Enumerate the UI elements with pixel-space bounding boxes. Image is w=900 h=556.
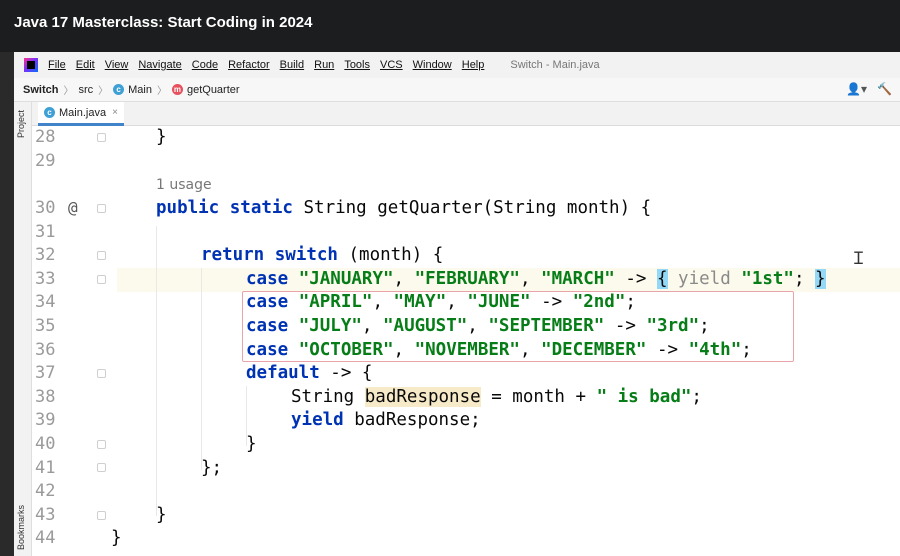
menu-navigate[interactable]: Navigate <box>138 59 181 71</box>
line-number: 30 <box>35 198 56 218</box>
editor-tab-bar: c Main.java × <box>32 102 900 126</box>
code-line-33: case "JANUARY", "FEBRUARY", "MARCH" -> {… <box>246 268 826 289</box>
menu-help[interactable]: Help <box>462 59 485 71</box>
tab-main-java[interactable]: c Main.java × <box>38 102 124 126</box>
menu-tools[interactable]: Tools <box>344 59 370 71</box>
usage-hint[interactable]: 1 usage <box>156 177 212 193</box>
menu-vcs[interactable]: VCS <box>380 59 403 71</box>
code-line-44: } <box>111 528 122 549</box>
menu-edit[interactable]: Edit <box>76 59 95 71</box>
intellij-logo-icon <box>24 58 38 72</box>
tab-label: Main.java <box>59 106 107 119</box>
class-icon: c <box>44 107 55 118</box>
code-line-39: yield badResponse; <box>291 410 481 431</box>
line-number: 42 <box>35 481 56 502</box>
course-header: Java 17 Masterclass: Start Coding in 202… <box>0 0 900 52</box>
line-number: 41 <box>35 457 56 478</box>
breadcrumb-src[interactable]: src <box>78 84 93 96</box>
close-icon[interactable]: × <box>112 107 118 118</box>
method-icon: m <box>171 84 183 95</box>
breadcrumb-project[interactable]: Switch <box>23 84 58 96</box>
code-editor[interactable]: 28 29 30 31 32 33 34 35 36 37 38 39 40 4… <box>32 126 900 556</box>
line-number: 34 <box>35 292 56 313</box>
breadcrumb: Switch 〉 src 〉 c Main 〉 m getQuarter 👤▾ … <box>14 78 900 102</box>
line-number: 36 <box>35 339 56 360</box>
chevron-right-icon: 〉 <box>98 86 109 97</box>
code-line-28: } <box>156 127 167 147</box>
chevron-right-icon: 〉 <box>156 86 167 97</box>
bookmarks-tool-button[interactable]: Bookmarks <box>16 505 26 550</box>
build-hammer-icon[interactable]: 🔨 <box>877 82 892 96</box>
code-line-41: }; <box>201 457 223 478</box>
menu-build[interactable]: Build <box>280 59 304 71</box>
tool-window-strip: Project Bookmarks <box>14 102 32 556</box>
line-number: 35 <box>35 316 56 336</box>
fold-marker-icon[interactable] <box>97 204 106 213</box>
chevron-right-icon: 〉 <box>63 86 74 97</box>
menu-code[interactable]: Code <box>192 59 218 71</box>
breadcrumb-method[interactable]: m getQuarter <box>171 83 240 96</box>
line-number: 28 <box>35 127 56 147</box>
menu-view[interactable]: View <box>105 59 129 71</box>
line-number: 43 <box>35 504 56 525</box>
line-number: 38 <box>35 386 56 407</box>
indent-guide <box>156 226 157 516</box>
fold-marker-icon[interactable] <box>97 133 106 142</box>
line-number: 44 <box>35 528 56 549</box>
line-number: 39 <box>35 410 56 431</box>
menu-refactor[interactable]: Refactor <box>228 59 270 71</box>
menu-file[interactable]: File <box>48 59 66 71</box>
code-line-32: return switch (month) { <box>201 245 444 266</box>
indent-guide <box>201 268 202 470</box>
window-title: Switch - Main.java <box>510 59 600 71</box>
code-line-38: String badResponse = month + " is bad"; <box>291 386 702 407</box>
menu-run[interactable]: Run <box>314 59 334 71</box>
user-icon[interactable]: 👤▾ <box>846 82 867 96</box>
video-left-margin <box>0 52 14 556</box>
fold-marker-icon[interactable] <box>97 251 106 260</box>
text-cursor-ibeam-icon: Ｉ <box>850 249 867 269</box>
menu-bar: File Edit View Navigate Code Refactor Bu… <box>14 52 900 78</box>
line-number: 32 <box>35 245 56 266</box>
menu-window[interactable]: Window <box>413 59 452 71</box>
breadcrumb-method-label: getQuarter <box>186 83 240 96</box>
toolbar-right: 👤▾ 🔨 <box>846 82 892 96</box>
code-line-43: } <box>156 504 167 525</box>
course-title: Java 17 Masterclass: Start Coding in 202… <box>14 14 313 31</box>
fold-marker-icon[interactable] <box>97 369 106 378</box>
breadcrumb-class-label: Main <box>128 83 152 96</box>
override-at-icon[interactable]: @ <box>68 198 78 217</box>
code-line-40: } <box>246 434 257 454</box>
fold-marker-icon[interactable] <box>97 440 106 449</box>
fold-marker-icon[interactable] <box>97 511 106 520</box>
code-line-37: default -> { <box>246 363 373 384</box>
line-number: 40 <box>35 434 56 454</box>
line-number: 31 <box>35 221 56 242</box>
code-line-30: public static String getQuarter(String m… <box>156 198 652 218</box>
fold-marker-icon[interactable] <box>97 275 106 284</box>
fold-marker-icon[interactable] <box>97 463 106 472</box>
breadcrumb-class[interactable]: c Main <box>113 84 152 96</box>
line-number: 33 <box>35 268 56 289</box>
project-tool-button[interactable]: Project <box>16 110 26 138</box>
line-number: 29 <box>35 150 56 171</box>
multi-line-selection-box <box>242 291 794 362</box>
class-icon: c <box>113 84 125 95</box>
editor-gutter[interactable]: 28 29 30 31 32 33 34 35 36 37 38 39 40 4… <box>32 126 117 556</box>
line-number: 37 <box>35 363 56 384</box>
